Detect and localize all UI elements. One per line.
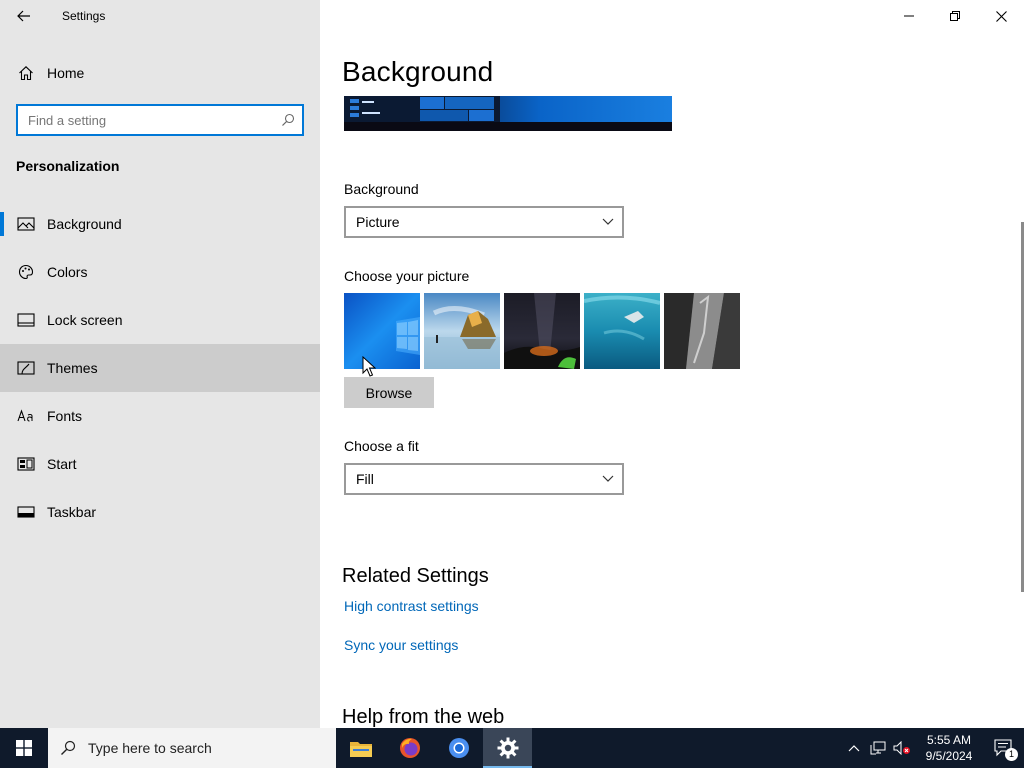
lock-screen-icon: [17, 311, 35, 329]
chevron-up-icon: [848, 745, 860, 752]
fonts-icon: [17, 407, 35, 425]
search-icon[interactable]: [274, 113, 302, 127]
sidebar-item-label: Lock screen: [47, 312, 123, 328]
settings-app-button[interactable]: [483, 728, 532, 768]
related-settings-heading: Related Settings: [342, 565, 489, 587]
volume-muted-icon: [893, 741, 910, 755]
system-tray: 5:55 AM 9/5/2024 1: [842, 728, 1024, 768]
firefox-icon: [399, 738, 420, 758]
action-center-button[interactable]: 1: [984, 728, 1024, 768]
start-icon: [17, 455, 35, 473]
help-heading: Help from the web: [342, 706, 505, 728]
sidebar-item-colors[interactable]: Colors: [0, 248, 320, 296]
sidebar-item-label: Background: [47, 216, 122, 232]
sidebar-item-label: Colors: [47, 264, 88, 280]
picture-thumbnail-underwater[interactable]: [584, 293, 660, 369]
chromium-icon: [448, 738, 469, 758]
sidebar-item-fonts[interactable]: Fonts: [0, 392, 320, 440]
search-box[interactable]: [16, 104, 304, 136]
sidebar: Settings Home Personalization Background…: [0, 0, 320, 728]
sidebar-item-taskbar[interactable]: Taskbar: [0, 488, 320, 536]
clock[interactable]: 5:55 AM 9/5/2024: [914, 732, 984, 764]
background-dropdown[interactable]: Picture: [344, 206, 624, 238]
taskbar-search-text: Type here to search: [88, 740, 212, 756]
close-button[interactable]: [978, 0, 1024, 32]
restore-icon: [950, 11, 960, 21]
mouse-cursor-icon: [362, 356, 376, 377]
restore-button[interactable]: [932, 0, 978, 32]
chevron-down-icon: [602, 218, 614, 225]
clock-time: 5:55 AM: [926, 733, 972, 747]
section-title: Personalization: [16, 158, 120, 174]
titlebar-left: Settings: [0, 0, 320, 32]
file-explorer-button[interactable]: [336, 728, 385, 768]
picture-icon: [17, 215, 35, 233]
main-content: Background Background Picture Choose you…: [320, 0, 1024, 728]
home-icon: [17, 64, 35, 82]
picture-thumbnail-rock-cliff[interactable]: [664, 293, 740, 369]
choose-fit-label: Choose a fit: [344, 438, 419, 454]
themes-icon: [17, 359, 35, 377]
sidebar-item-label: Fonts: [47, 408, 83, 424]
back-arrow-icon: [17, 10, 30, 22]
sync-settings-link[interactable]: Sync your settings: [344, 637, 458, 653]
search-icon: [48, 740, 88, 756]
sidebar-item-lock-screen[interactable]: Lock screen: [0, 296, 320, 344]
sidebar-item-label: Taskbar: [47, 504, 97, 520]
picture-thumbnail-windows[interactable]: [344, 293, 420, 369]
sidebar-item-start[interactable]: Start: [0, 440, 320, 488]
page-title: Background: [342, 56, 494, 87]
chevron-down-icon: [602, 475, 614, 482]
choose-picture-label: Choose your picture: [344, 268, 470, 284]
taskbar-icon: [17, 503, 35, 521]
minimize-icon: [904, 15, 914, 17]
sidebar-item-themes[interactable]: Themes: [0, 344, 320, 392]
sidebar-item-background[interactable]: Background: [0, 200, 320, 248]
notification-count: 1: [1005, 748, 1018, 761]
gear-icon: [497, 737, 518, 759]
volume-button[interactable]: [890, 728, 914, 768]
sidebar-item-home[interactable]: Home: [0, 56, 320, 90]
home-label: Home: [47, 65, 85, 81]
network-icon: [870, 741, 886, 755]
palette-icon: [17, 263, 35, 281]
show-hidden-icons-button[interactable]: [842, 728, 866, 768]
app-title: Settings: [62, 9, 106, 23]
fit-dropdown-value: Fill: [356, 471, 374, 487]
picture-thumbnail-beach-rocks[interactable]: [424, 293, 500, 369]
sidebar-item-label: Start: [47, 456, 77, 472]
clock-date: 9/5/2024: [925, 749, 973, 763]
chromium-button[interactable]: [434, 728, 483, 768]
fit-dropdown[interactable]: Fill: [344, 463, 624, 495]
firefox-button[interactable]: [385, 728, 434, 768]
browse-button[interactable]: Browse: [344, 377, 434, 408]
sidebar-item-label: Themes: [47, 360, 98, 376]
search-input[interactable]: [18, 106, 274, 134]
back-button[interactable]: [10, 4, 38, 28]
taskbar-search[interactable]: Type here to search: [48, 728, 336, 768]
taskbar: Type here to search 5:55 AM 9/5/2024 1: [0, 728, 1024, 768]
close-icon: [995, 10, 1007, 22]
network-button[interactable]: [866, 728, 890, 768]
window-controls: [886, 0, 1024, 32]
picture-thumbnails: [344, 293, 740, 369]
desktop-preview: [344, 96, 672, 131]
nav-list: Background Colors Lock screen Themes Fon…: [0, 200, 320, 536]
windows-logo-icon: [16, 740, 32, 756]
minimize-button[interactable]: [886, 0, 932, 32]
start-button[interactable]: [0, 728, 48, 768]
background-dropdown-value: Picture: [356, 214, 400, 230]
high-contrast-link[interactable]: High contrast settings: [344, 598, 479, 614]
picture-thumbnail-night-sky[interactable]: [504, 293, 580, 369]
folder-icon: [349, 742, 372, 757]
background-label: Background: [344, 181, 419, 197]
